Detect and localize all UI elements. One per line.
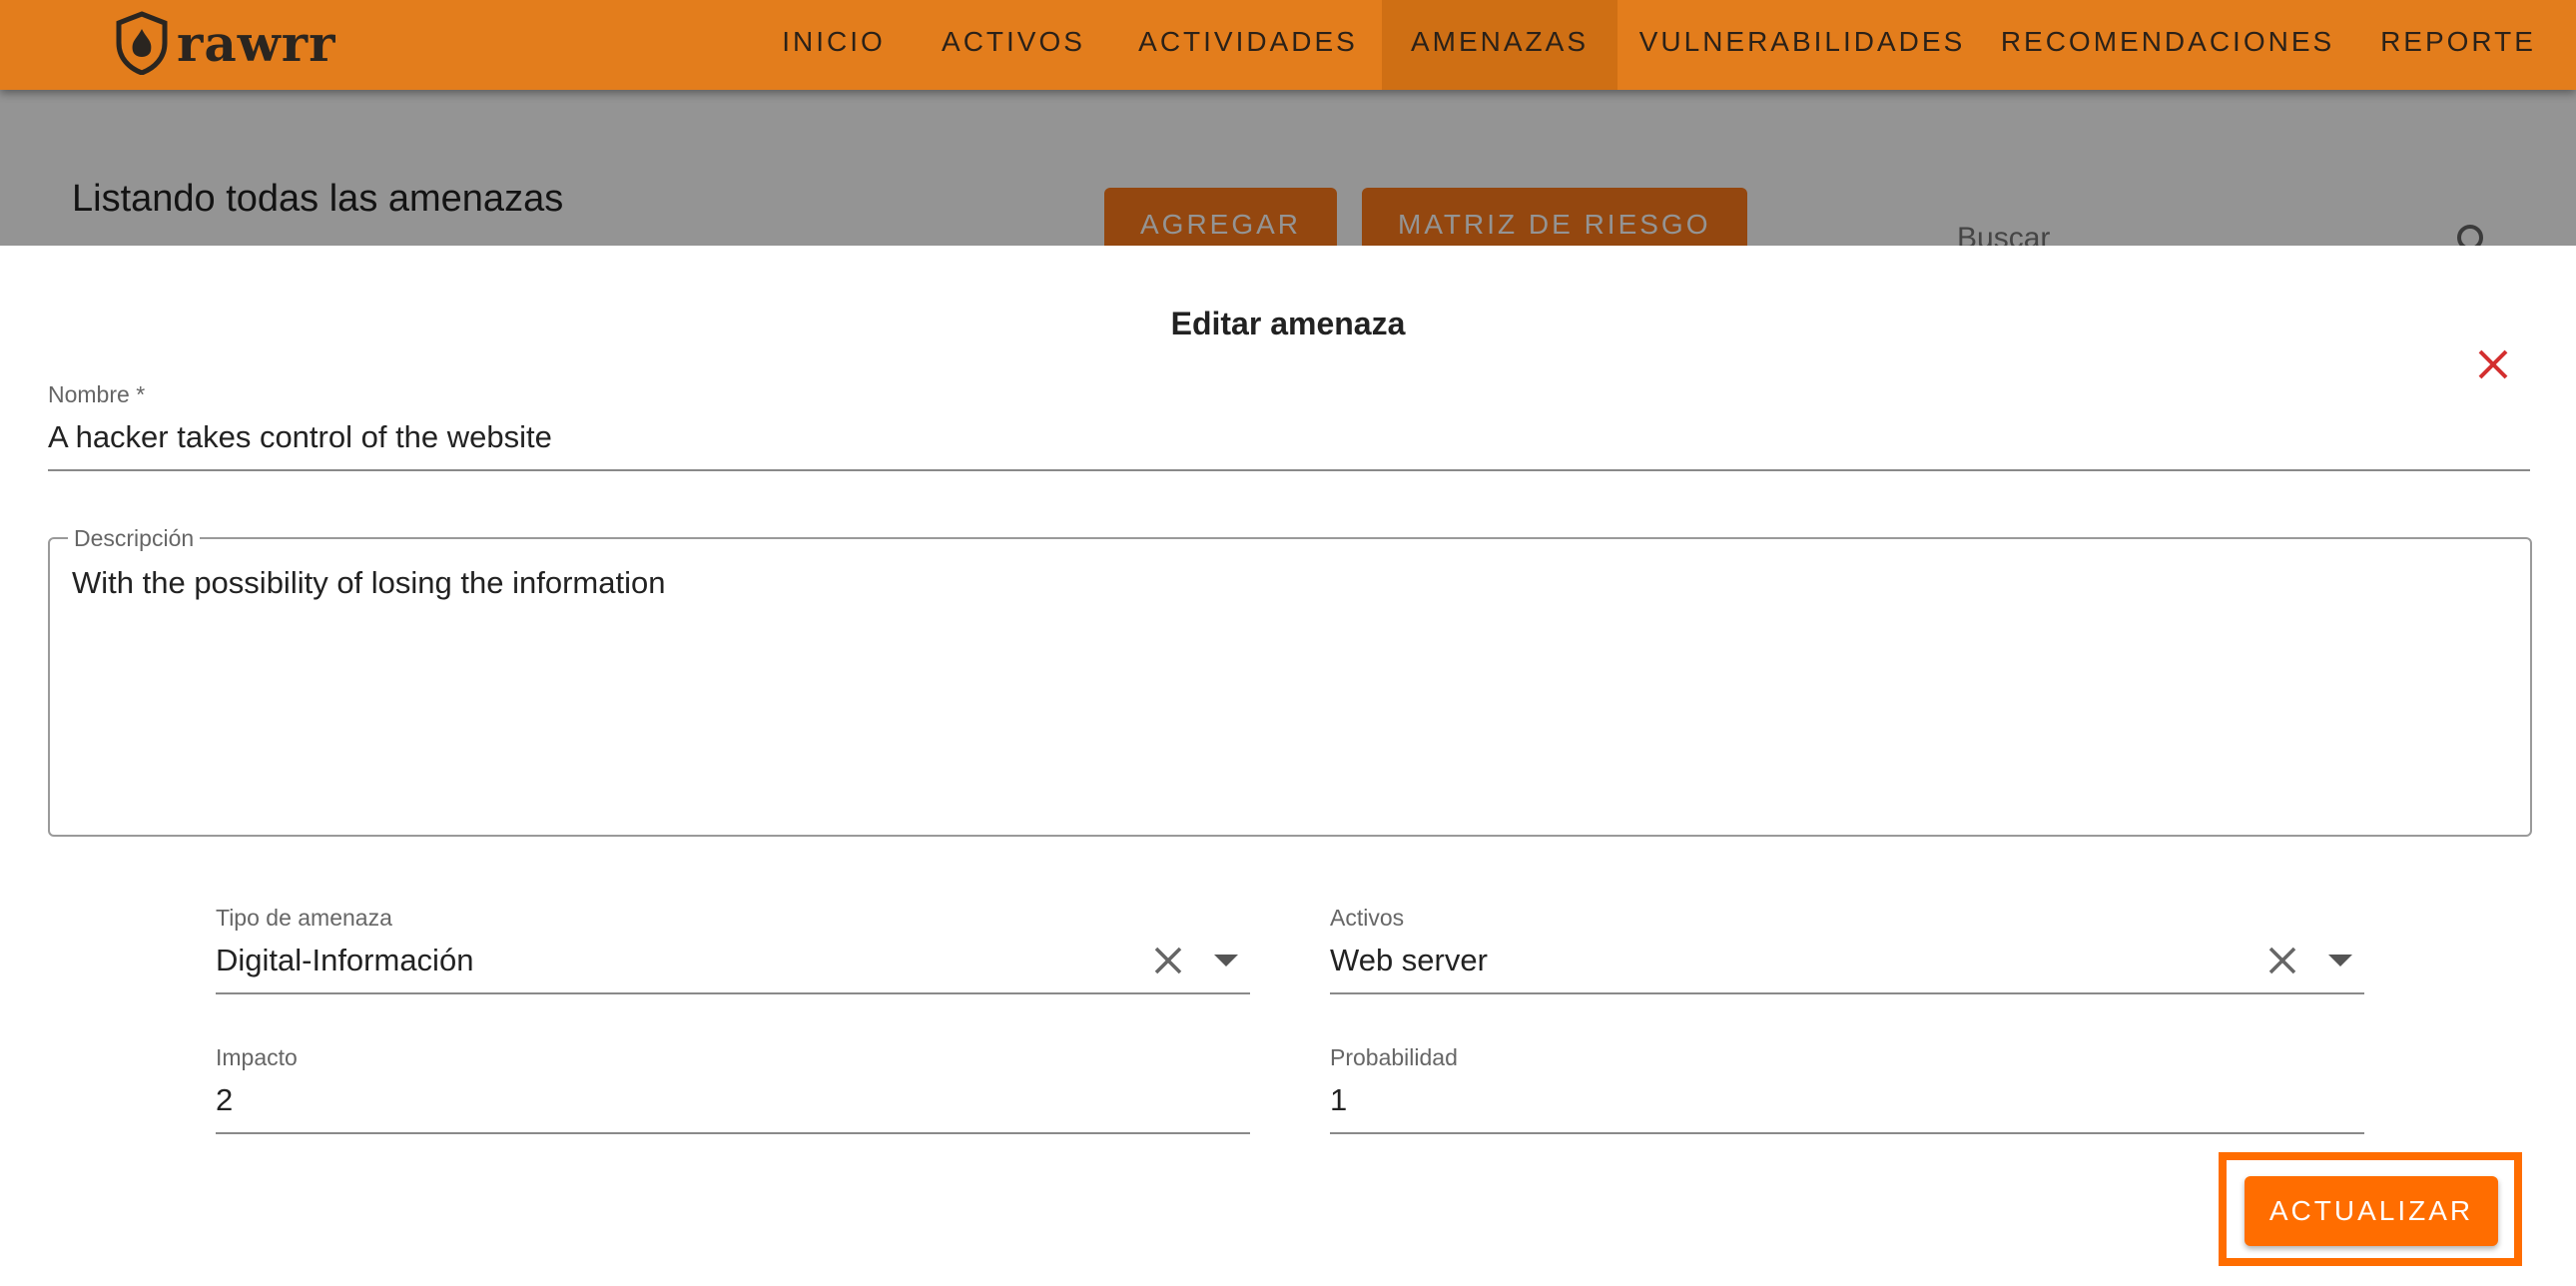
activos-dropdown-arrow-icon[interactable]: [2326, 953, 2354, 968]
dialog-title: Editar amenaza: [1170, 306, 1406, 341]
probabilidad-label: Probabilidad: [1330, 1044, 1458, 1070]
activos-label: Activos: [1330, 905, 1405, 931]
nombre-underline: [48, 469, 2530, 471]
brand-name: rawrr: [177, 13, 336, 73]
tipo-clear-icon[interactable]: [1152, 945, 1184, 976]
tipo-label: Tipo de amenaza: [216, 905, 392, 931]
nav-reporte[interactable]: REPORTE: [2368, 0, 2548, 90]
impacto-field[interactable]: 2: [216, 1082, 233, 1118]
modal-scrim[interactable]: [0, 90, 2576, 246]
nav-actividades[interactable]: ACTIVIDADES: [1128, 0, 1368, 90]
update-button[interactable]: ACTUALIZAR: [2245, 1176, 2498, 1246]
tipo-dropdown-arrow-icon[interactable]: [1212, 953, 1240, 968]
close-icon[interactable]: [2472, 343, 2514, 385]
edit-threat-dialog: Editar amenaza Nombre * A hacker takes c…: [0, 246, 2576, 1286]
nav-amenazas[interactable]: AMENAZAS: [1382, 0, 1617, 90]
nav-inicio[interactable]: INICIO: [769, 0, 899, 90]
impacto-underline: [216, 1132, 1250, 1134]
nav-vulnerabilidades[interactable]: VULNERABILIDADES: [1637, 0, 1967, 90]
descripcion-label: Descripción: [68, 525, 201, 552]
activos-underline: [1330, 992, 2364, 994]
nombre-label: Nombre *: [48, 381, 146, 407]
impacto-label: Impacto: [216, 1044, 298, 1070]
probabilidad-underline: [1330, 1132, 2364, 1134]
top-navbar: rawrr INICIO ACTIVOS ACTIVIDADES AMENAZA…: [0, 0, 2576, 90]
activos-select[interactable]: Web server: [1330, 943, 1488, 978]
nav-recomendaciones[interactable]: RECOMENDACIONES: [1997, 0, 2338, 90]
brand-logo[interactable]: rawrr: [115, 8, 335, 78]
probabilidad-field[interactable]: 1: [1330, 1082, 1347, 1118]
shield-logo-icon: [116, 11, 168, 75]
tipo-underline: [216, 992, 1250, 994]
activos-clear-icon[interactable]: [2266, 945, 2298, 976]
nav-activos[interactable]: ACTIVOS: [929, 0, 1098, 90]
tipo-select[interactable]: Digital-Información: [216, 943, 473, 978]
nombre-field[interactable]: A hacker takes control of the website: [48, 419, 552, 455]
descripcion-value[interactable]: With the possibility of losing the infor…: [72, 565, 665, 601]
